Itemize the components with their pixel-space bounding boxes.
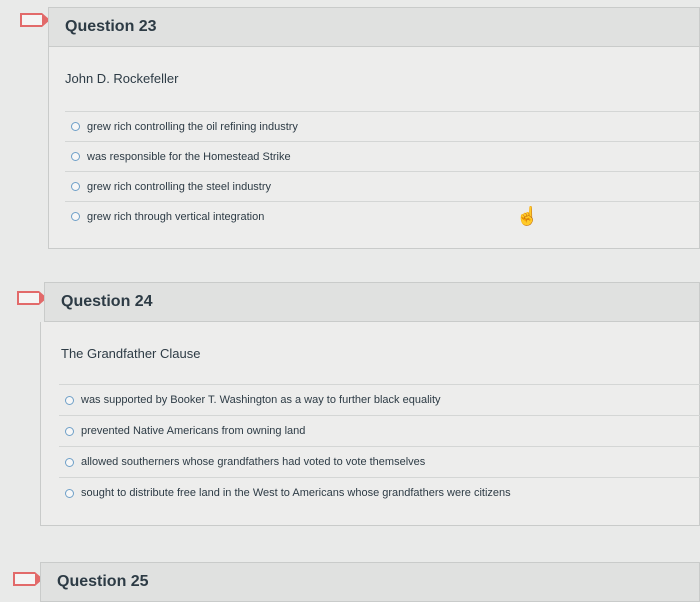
radio-button-icon[interactable] [71, 152, 80, 161]
question-title: Question 24 [61, 293, 153, 310]
question-prompt: John D. Rockefeller [65, 71, 179, 86]
question-25-header: Question 25 [40, 562, 700, 602]
answer-label: grew rich controlling the steel industry [87, 180, 272, 193]
question-23-header: Question 23 [48, 7, 700, 47]
answer-option[interactable]: grew rich controlling the oil refining i… [65, 111, 700, 141]
question-prompt: The Grandfather Clause [61, 346, 201, 361]
answer-option[interactable]: grew rich controlling the steel industry [65, 171, 700, 201]
question-title: Question 23 [65, 18, 157, 35]
question-title: Question 25 [57, 573, 149, 590]
question-23-body: John D. Rockefeller grew rich controllin… [48, 47, 700, 249]
answer-option[interactable]: allowed southerners whose grandfathers h… [59, 446, 700, 477]
radio-button-icon[interactable] [71, 182, 80, 191]
answer-label: grew rich through vertical integration [87, 210, 265, 223]
answer-label: was responsible for the Homestead Strike [87, 150, 291, 163]
answer-option[interactable]: grew rich through vertical integration [65, 201, 700, 231]
answer-label: prevented Native Americans from owning l… [81, 425, 306, 437]
question-24-header: Question 24 [44, 282, 700, 322]
radio-button-icon[interactable] [71, 212, 80, 221]
answer-label: sought to distribute free land in the We… [81, 487, 511, 499]
radio-button-icon[interactable] [71, 122, 80, 131]
answer-label: allowed southerners whose grandfathers h… [81, 456, 426, 468]
answer-option[interactable]: sought to distribute free land in the We… [59, 477, 700, 508]
question-24-body: The Grandfather Clause was supported by … [40, 322, 700, 526]
answer-option[interactable]: was supported by Booker T. Washington as… [59, 384, 700, 415]
answer-label: was supported by Booker T. Washington as… [81, 394, 441, 406]
answer-option[interactable]: was responsible for the Homestead Strike [65, 141, 700, 171]
answer-option[interactable]: prevented Native Americans from owning l… [59, 415, 700, 446]
radio-button-icon[interactable] [65, 457, 74, 467]
answer-label: grew rich controlling the oil refining i… [87, 120, 298, 133]
flag-question-23-icon[interactable] [20, 13, 50, 27]
radio-button-icon[interactable] [65, 395, 74, 405]
hand-pointer-icon: ☝ [516, 206, 539, 226]
radio-button-icon[interactable] [65, 488, 74, 498]
flag-question-25-icon[interactable] [13, 572, 43, 586]
radio-button-icon[interactable] [65, 426, 74, 436]
flag-question-24-icon[interactable] [17, 291, 47, 305]
